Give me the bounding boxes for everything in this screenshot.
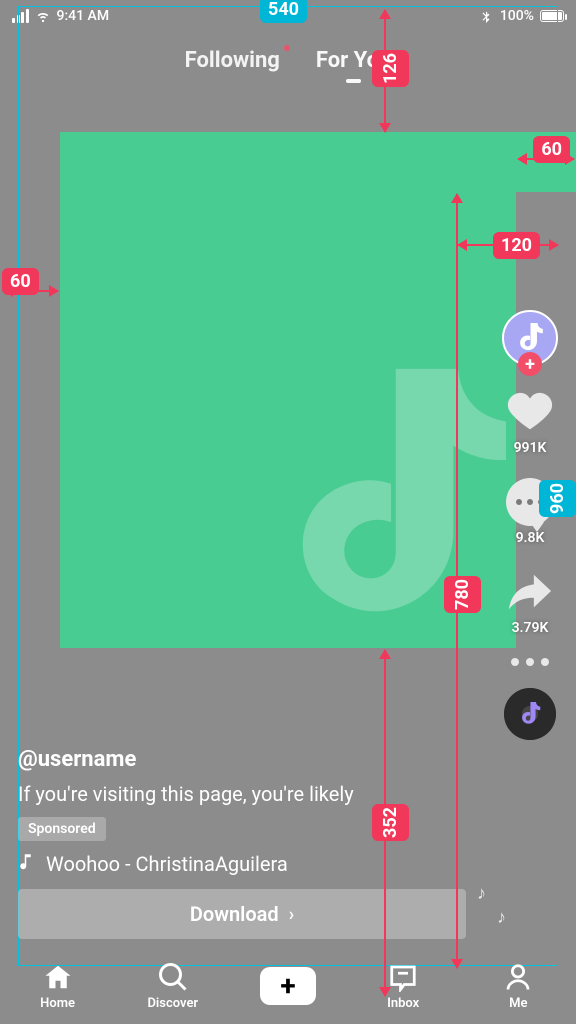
disc-note-icon [519,702,541,726]
nav-discover-label: Discover [147,996,198,1011]
create-button[interactable]: + [260,967,316,1005]
share-icon [507,569,553,615]
tab-following-label: Following [185,48,280,73]
like-button[interactable]: 991K [506,388,554,456]
action-rail: + 991K 9.8K 3.79K [498,310,562,740]
tiktok-watermark-icon [276,368,506,638]
more-button[interactable] [511,658,549,666]
video-caption: If you're visiting this page, you're lik… [18,782,466,807]
battery-percent: 100% [500,8,534,24]
nav-me[interactable]: Me [478,962,558,1011]
home-icon [43,962,73,992]
video-info: @username If you're visiting this page, … [18,747,466,876]
app-root: 9:41 AM 100% Following For You + [0,0,576,1024]
person-icon [503,962,533,992]
dim-arrow-left [4,290,58,292]
nav-discover[interactable]: Discover [133,962,213,1011]
search-icon [158,962,188,992]
music-row[interactable]: Woohoo - ChristinaAguilera [18,851,466,876]
more-icon [511,658,549,666]
nav-inbox[interactable]: Inbox [363,962,443,1011]
ad-media-placeholder[interactable] [60,132,516,648]
nav-me-label: Me [509,996,527,1011]
music-title: Woohoo - ChristinaAguilera [46,852,288,876]
comment-button[interactable]: 9.8K [506,478,554,546]
nav-home[interactable]: Home [18,962,98,1011]
nav-inbox-label: Inbox [387,996,419,1011]
signal-icon [12,9,29,23]
share-button[interactable]: 3.79K [506,568,554,636]
tab-for-you-label: For You [316,48,391,73]
tab-for-you[interactable]: For You [316,48,391,73]
comment-icon [506,478,554,526]
plus-icon: + [280,972,295,1000]
cta-label: Download [190,902,279,926]
status-time: 9:41 AM [57,8,110,24]
wifi-icon [35,9,51,23]
sponsored-badge: Sponsored [18,817,106,841]
ad-step-notch [516,132,576,192]
tab-following[interactable]: Following [185,48,280,73]
chevron-right-icon: › [289,904,294,925]
follow-button[interactable]: + [518,352,542,376]
like-count: 991K [514,440,547,456]
bottom-nav: Home Discover + Inbox Me [0,948,576,1024]
inbox-icon [388,962,418,992]
comment-count: 9.8K [516,530,545,546]
nav-create[interactable]: + [248,967,328,1005]
status-bar: 9:41 AM 100% [0,0,576,32]
sound-disc[interactable] [504,688,556,740]
author-avatar[interactable]: + [502,310,558,366]
feed-tabs: Following For You [0,48,576,73]
author-username[interactable]: @username [18,747,466,772]
dim-left-margin: 60 [2,268,39,295]
nav-home-label: Home [40,996,75,1011]
cta-button[interactable]: Download › [18,889,466,939]
following-notif-dot [284,45,290,51]
status-right: 100% [478,8,564,24]
heart-icon [507,389,553,435]
tiktok-avatar-icon [515,323,545,353]
bluetooth-icon [478,9,494,23]
share-count: 3.79K [512,620,549,636]
battery-icon [540,10,564,22]
status-left: 9:41 AM [12,8,109,24]
music-note-icon [18,851,36,871]
